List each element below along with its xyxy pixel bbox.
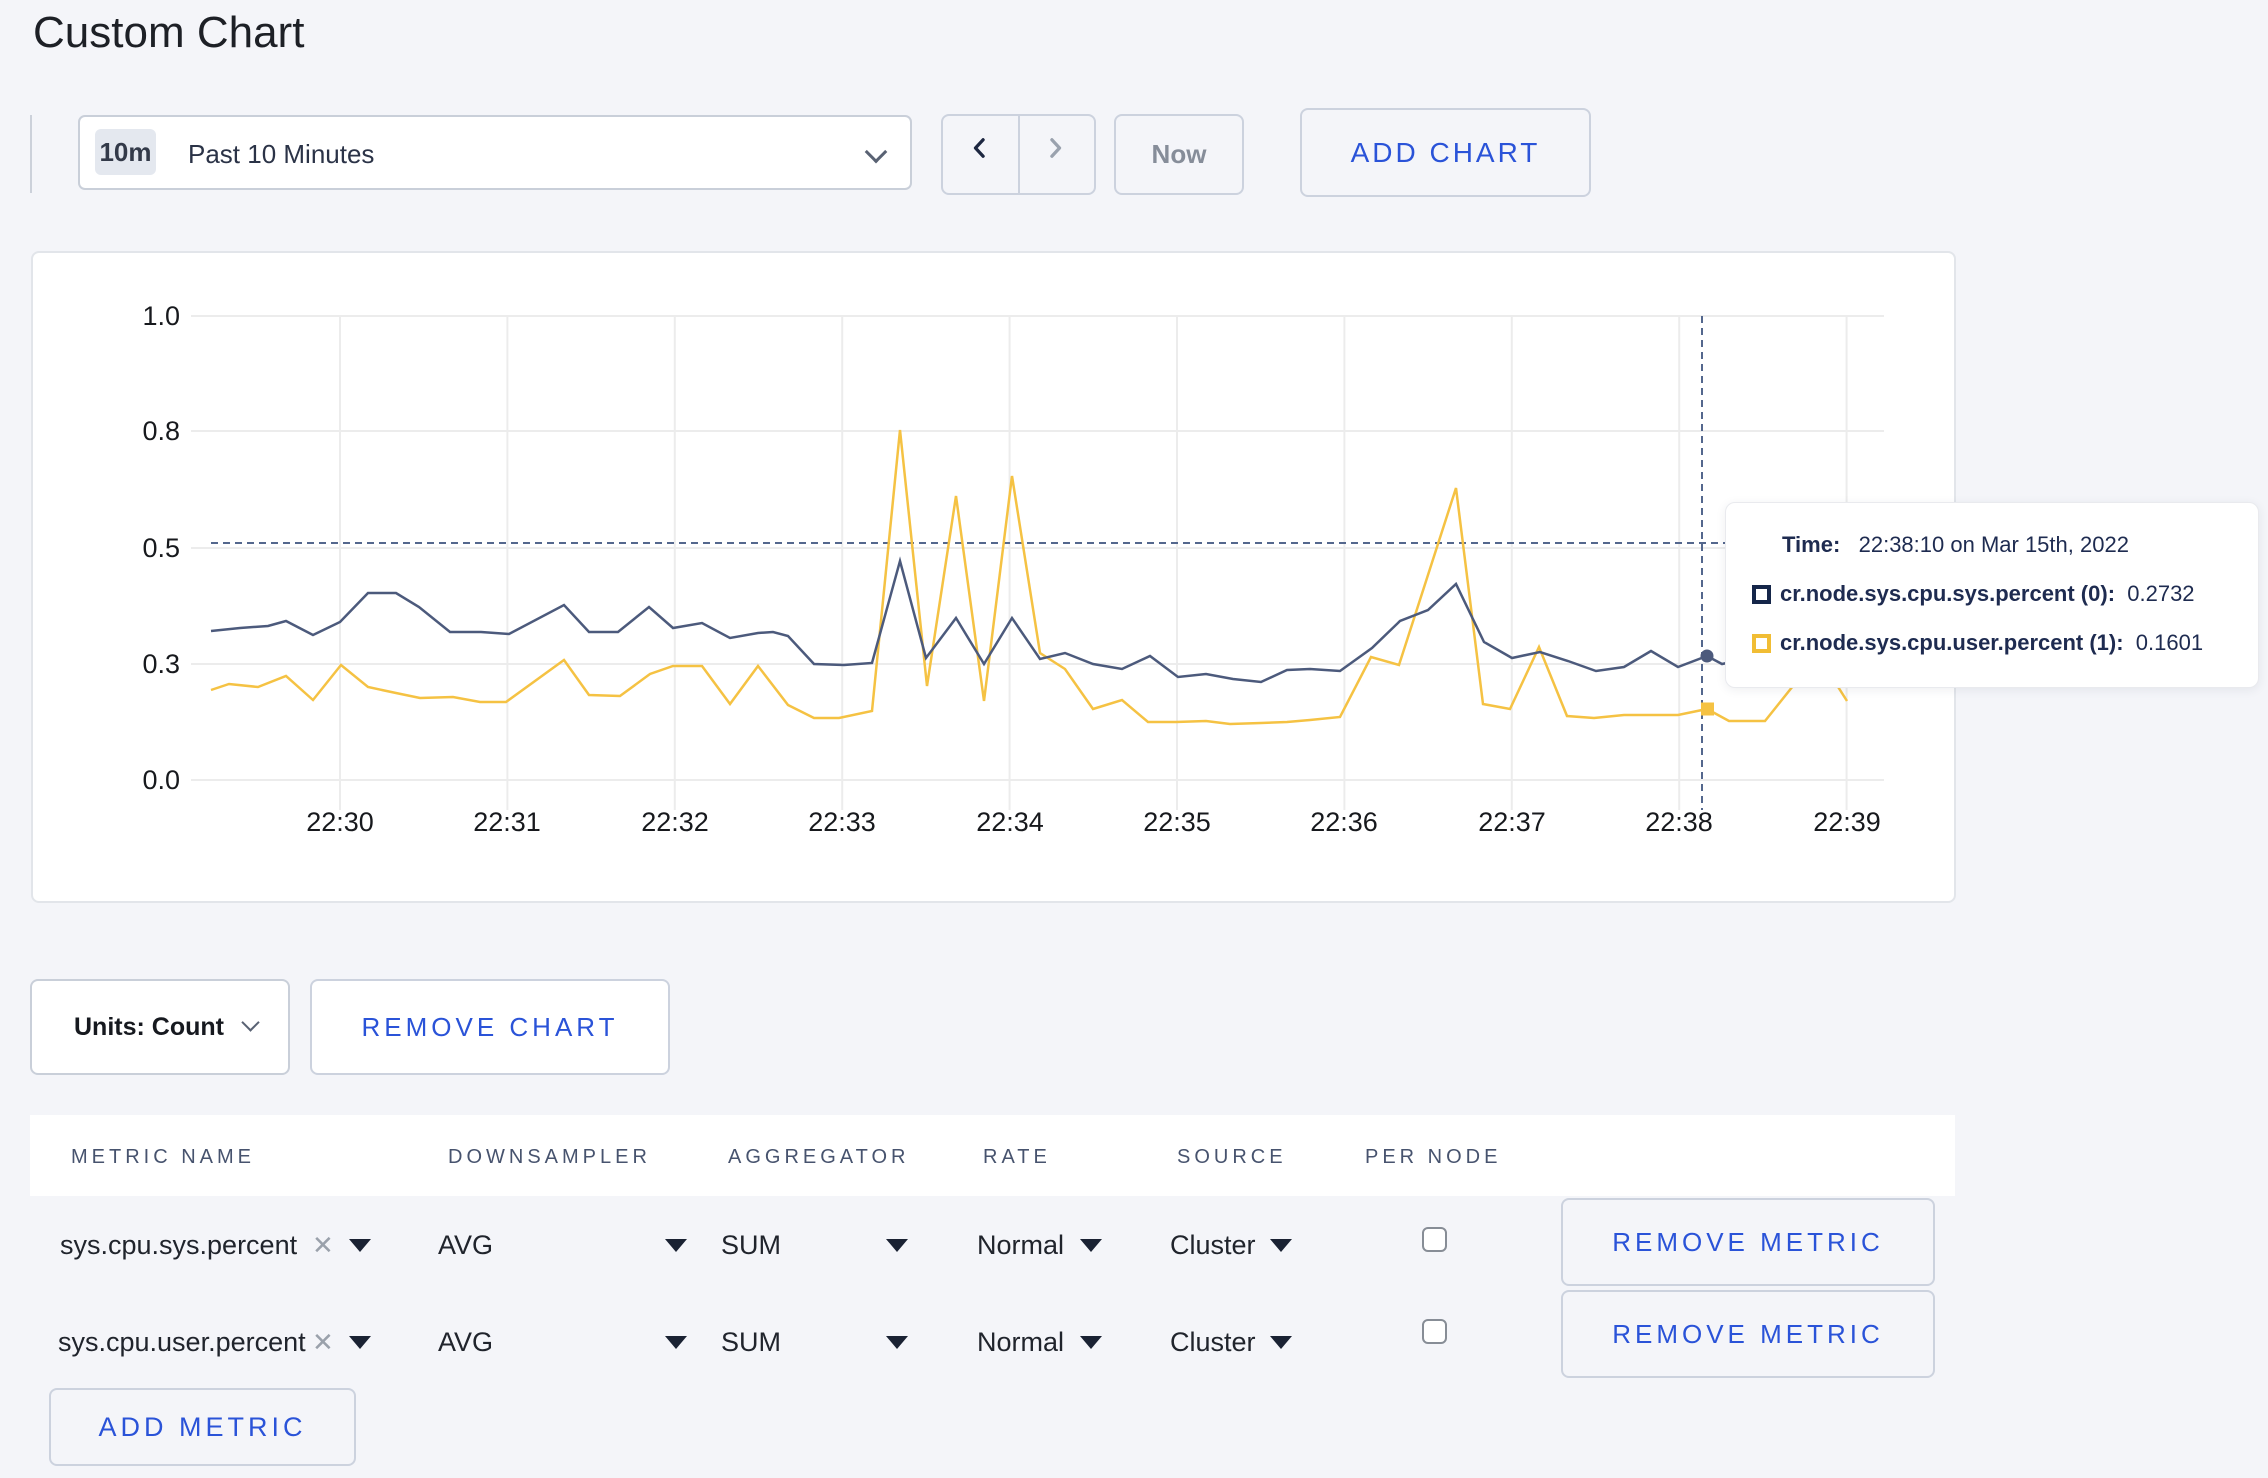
svg-text:22:38: 22:38 <box>1645 807 1713 837</box>
svg-text:22:31: 22:31 <box>473 807 541 837</box>
svg-text:22:33: 22:33 <box>808 807 876 837</box>
svg-text:1.0: 1.0 <box>142 301 180 331</box>
svg-text:22:39: 22:39 <box>1813 807 1881 837</box>
svg-text:22:34: 22:34 <box>976 807 1044 837</box>
svg-text:0.5: 0.5 <box>142 533 180 563</box>
svg-text:22:36: 22:36 <box>1310 807 1378 837</box>
svg-text:22:30: 22:30 <box>306 807 374 837</box>
svg-text:22:32: 22:32 <box>641 807 709 837</box>
svg-text:22:35: 22:35 <box>1143 807 1211 837</box>
svg-text:0.3: 0.3 <box>142 649 180 679</box>
svg-text:0.0: 0.0 <box>142 765 180 795</box>
svg-text:0.8: 0.8 <box>142 416 180 446</box>
svg-text:22:37: 22:37 <box>1478 807 1546 837</box>
